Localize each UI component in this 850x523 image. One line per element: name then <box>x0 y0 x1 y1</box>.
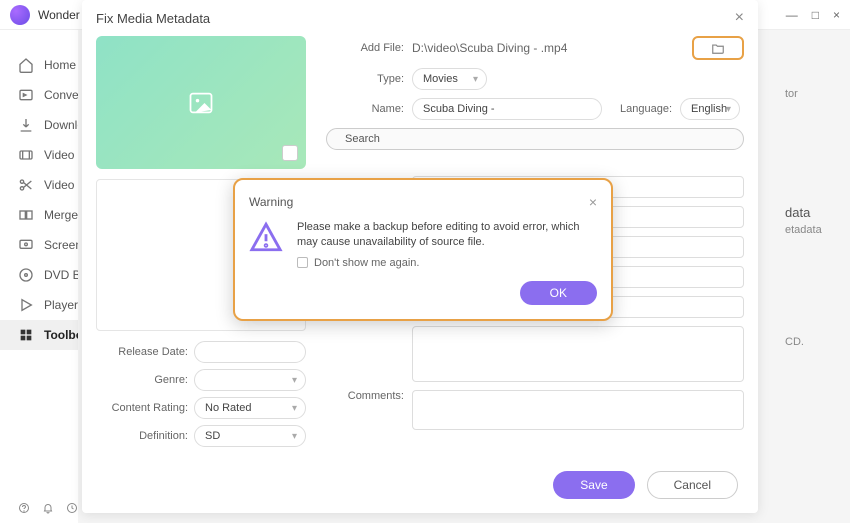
sidebar-item-toolbox[interactable]: Toolbox <box>0 320 78 350</box>
toolbox-icon <box>18 327 34 343</box>
bell-icon[interactable] <box>42 501 54 515</box>
sidebar-item-home[interactable]: Home <box>0 50 78 80</box>
modal-close-icon[interactable]: × <box>735 9 744 27</box>
name-label: Name: <box>326 103 404 115</box>
warning-dialog: Warning × Please make a backup before ed… <box>233 178 613 321</box>
sidebar-item-video-editor[interactable]: Video Editor <box>0 170 78 200</box>
language-select[interactable]: English <box>680 98 740 120</box>
type-value: Movies <box>423 73 458 85</box>
language-label: Language: <box>620 103 672 115</box>
sidebar-item-screen-recorder[interactable]: Screen Recorder <box>0 230 78 260</box>
warning-close-icon[interactable]: × <box>589 194 597 210</box>
sidebar-item-label: Toolbox <box>44 328 78 342</box>
sidebar-item-converter[interactable]: Converter <box>0 80 78 110</box>
sidebar-item-label: Merger <box>44 208 78 222</box>
sidebar-item-label: DVD Burner <box>44 268 78 282</box>
comments-label: Comments: <box>326 390 404 402</box>
app-logo <box>10 5 30 25</box>
release-date-label: Release Date: <box>96 346 188 358</box>
converter-icon <box>18 87 34 103</box>
sidebar-item-downloader[interactable]: Downloader <box>0 110 78 140</box>
definition-label: Definition: <box>96 430 188 442</box>
release-date-input[interactable] <box>194 341 306 363</box>
browse-file-button[interactable] <box>692 36 744 60</box>
content-rating-select[interactable]: No Rated <box>194 397 306 419</box>
add-file-path: D:\video\Scuba Diving - .mp4 <box>412 41 567 55</box>
window-close[interactable]: × <box>833 8 840 22</box>
sidebar-item-video-compressor[interactable]: Video Compressor <box>0 140 78 170</box>
content-rating-label: Content Rating: <box>96 402 188 414</box>
warning-triangle-icon <box>249 220 283 254</box>
image-icon <box>187 89 215 117</box>
window-maximize[interactable]: □ <box>812 8 819 22</box>
content-rating-value: No Rated <box>205 402 251 414</box>
language-value: English <box>691 103 727 115</box>
name-value: Scuba Diving - <box>423 103 495 115</box>
merger-icon <box>18 207 34 223</box>
edit-thumbnail-button[interactable] <box>282 145 298 161</box>
add-file-label: Add File: <box>326 42 404 54</box>
disc-icon <box>18 267 34 283</box>
sidebar-item-player[interactable]: Player <box>0 290 78 320</box>
sidebar-item-label: Home <box>44 58 76 72</box>
download-icon <box>18 117 34 133</box>
folder-icon <box>710 41 726 55</box>
type-select[interactable]: Movies <box>412 68 487 90</box>
video-compress-icon <box>18 147 34 163</box>
sidebar-item-label: Player <box>44 298 78 312</box>
dont-show-label: Don't show me again. <box>314 257 419 269</box>
metadata-textarea[interactable] <box>412 326 744 382</box>
background-content: tor data etadata CD. <box>785 40 835 490</box>
definition-value: SD <box>205 430 220 442</box>
definition-select[interactable]: SD <box>194 425 306 447</box>
sidebar-item-dvd-burner[interactable]: DVD Burner <box>0 260 78 290</box>
search-button[interactable]: Search <box>326 128 744 150</box>
sidebar-item-label: Video Compressor <box>44 148 78 162</box>
modal-title: Fix Media Metadata <box>96 11 210 26</box>
warning-ok-button[interactable]: OK <box>520 281 597 305</box>
sidebar-item-label: Converter <box>44 88 78 102</box>
window-minimize[interactable]: — <box>786 8 798 22</box>
home-icon <box>18 57 34 73</box>
sidebar-item-label: Downloader <box>44 118 78 132</box>
type-label: Type: <box>326 73 404 85</box>
warning-title: Warning <box>249 195 293 209</box>
save-button[interactable]: Save <box>553 471 634 499</box>
scissors-icon <box>18 177 34 193</box>
sidebar-item-label: Screen Recorder <box>44 238 78 252</box>
screen-record-icon <box>18 237 34 253</box>
footer-icons <box>0 493 78 523</box>
sidebar-item-merger[interactable]: Merger <box>0 200 78 230</box>
help-icon[interactable] <box>18 501 30 515</box>
refresh-startup-icon[interactable] <box>66 501 78 515</box>
app-title: Wonder <box>38 8 80 22</box>
warning-message: Please make a backup before editing to a… <box>297 220 597 251</box>
genre-select[interactable] <box>194 369 306 391</box>
genre-label: Genre: <box>96 374 188 386</box>
sidebar-item-label: Video Editor <box>44 178 78 192</box>
play-icon <box>18 297 34 313</box>
video-thumbnail <box>96 36 306 169</box>
name-input[interactable]: Scuba Diving - <box>412 98 602 120</box>
comments-input[interactable] <box>412 390 744 430</box>
dont-show-checkbox[interactable]: Don't show me again. <box>297 257 597 269</box>
cancel-button[interactable]: Cancel <box>647 471 738 499</box>
checkbox-icon <box>297 257 308 268</box>
